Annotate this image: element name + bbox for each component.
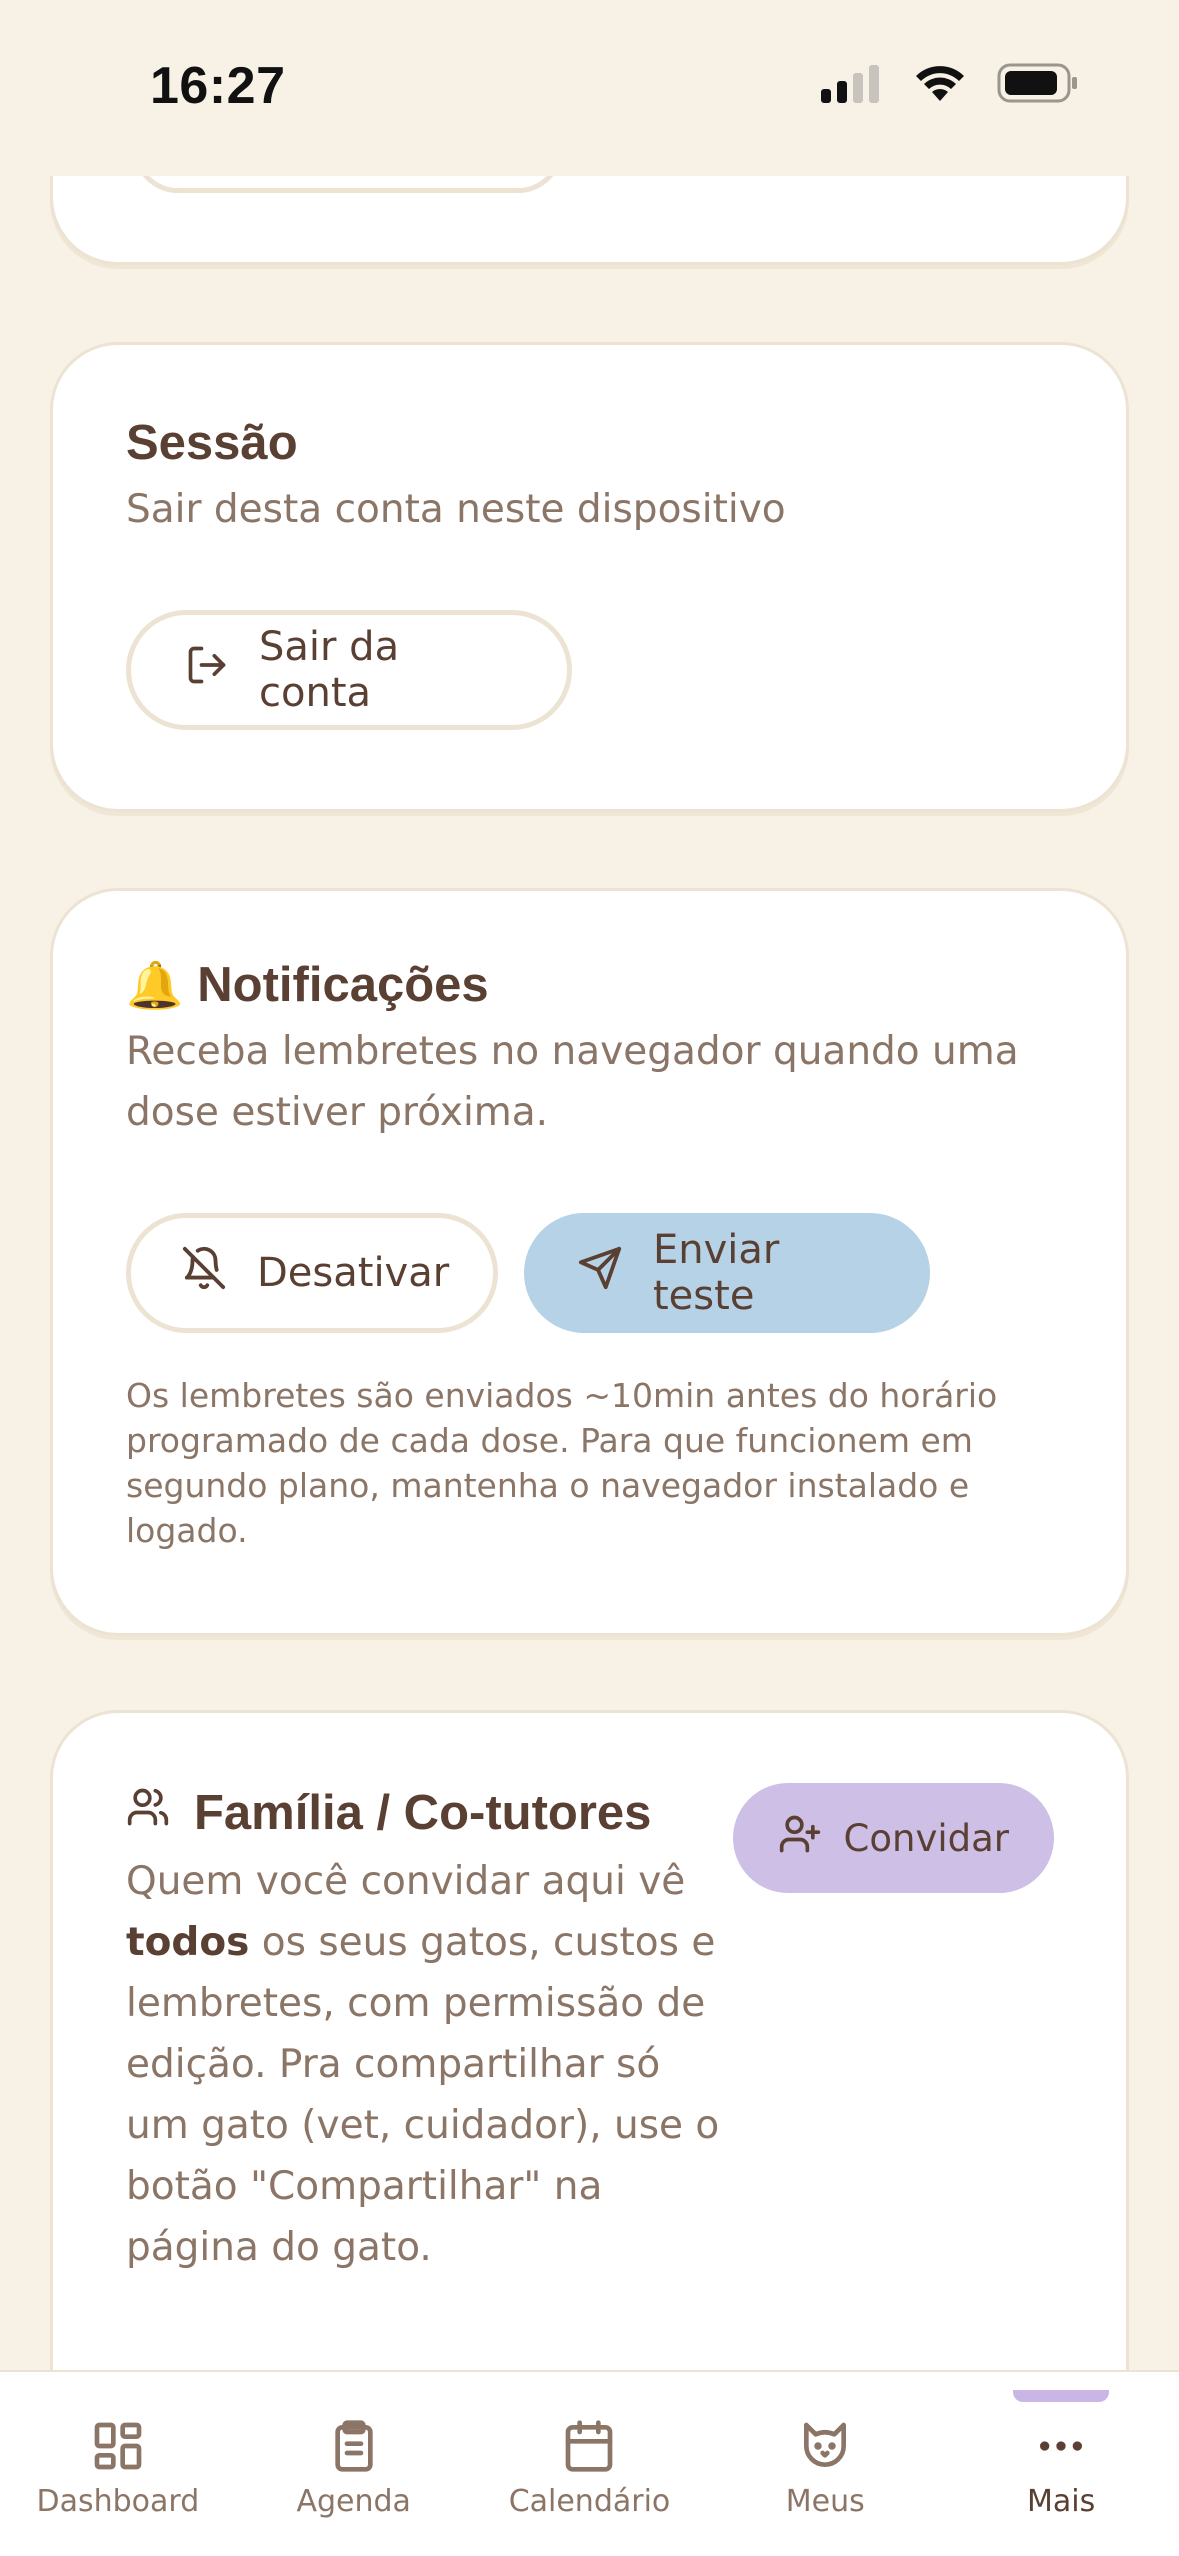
disable-notifications-button[interactable]: Desativar	[126, 1213, 498, 1333]
notifications-card: 🔔 Notificações Receba lembretes no naveg…	[50, 888, 1129, 1636]
family-desc-bold: todos	[126, 1920, 250, 1965]
more-icon	[1040, 2441, 1083, 2451]
notifications-note: Os lembretes são enviados ~10min antes d…	[126, 1376, 998, 1550]
invite-button[interactable]: Convidar	[732, 1783, 1054, 1893]
bell-off-icon	[181, 1245, 227, 1301]
tab-calendar[interactable]: Calendário	[472, 2372, 708, 2556]
settings-scroll-area[interactable]: Sessão Sair desta conta neste dispositiv…	[0, 0, 1179, 2370]
family-desc-text-2: os seus gatos, custos e lembretes, com p…	[126, 1920, 720, 2270]
notifications-subtitle: Receba lembretes no navegador quando uma…	[126, 1029, 1019, 1135]
invite-label: Convidar	[843, 1816, 1009, 1860]
users-icon	[126, 1785, 170, 1841]
session-title: Sessão	[126, 416, 298, 470]
tab-calendar-label: Calendário	[508, 2484, 671, 2519]
family-desc-text: Quem você convidar aqui vê	[126, 1859, 686, 1904]
status-icons	[821, 62, 1079, 104]
tab-dashboard-label: Dashboard	[36, 2484, 200, 2519]
family-card: Família / Co-tutores Quem você convidar …	[50, 1710, 1129, 2370]
tab-meus[interactable]: Meus	[707, 2372, 943, 2556]
battery-icon	[997, 63, 1077, 103]
active-tab-indicator	[1013, 2390, 1110, 2402]
logout-label: Sair da conta	[259, 624, 400, 716]
tab-more[interactable]: Mais	[943, 2372, 1179, 2556]
tab-meus-label: Meus	[785, 2484, 865, 2519]
status-time: 16:27	[150, 57, 286, 115]
tab-agenda[interactable]: Agenda	[236, 2372, 472, 2556]
bottom-tab-bar: Dashboard Agenda Calendário Meus Mais	[0, 2370, 1179, 2556]
calendar-icon	[566, 2420, 613, 2472]
session-card: Sessão Sair desta conta neste dispositiv…	[50, 342, 1129, 812]
disable-label: Desativar	[257, 1250, 450, 1296]
logout-icon	[185, 643, 229, 697]
session-subtitle: Sair desta conta neste dispositivo	[126, 487, 786, 532]
send-test-label: Enviar teste	[653, 1227, 780, 1319]
notifications-buttons: Desativar Enviar teste	[126, 1213, 1126, 1333]
signal-icon	[821, 65, 879, 103]
family-title: Família / Co-tutores	[194, 1786, 652, 1840]
bell-icon: 🔔	[126, 958, 184, 1011]
wifi-icon	[916, 66, 964, 101]
notifications-title-row: 🔔 Notificações	[126, 957, 1126, 1013]
user-plus-icon	[778, 1812, 822, 1865]
logout-button[interactable]: Sair da conta	[126, 610, 572, 730]
tab-more-label: Mais	[1026, 2484, 1096, 2519]
send-test-button[interactable]: Enviar teste	[524, 1213, 930, 1333]
family-description: Quem você convidar aqui vê todos os seus…	[126, 1851, 726, 2278]
notifications-title: Notificações	[197, 958, 489, 1012]
dashboard-icon	[94, 2422, 142, 2470]
tab-dashboard[interactable]: Dashboard	[0, 2372, 236, 2556]
status-bar: 16:27	[0, 0, 1179, 176]
send-icon	[577, 1245, 623, 1301]
tab-agenda-label: Agenda	[296, 2484, 411, 2519]
cat-icon	[804, 2422, 847, 2467]
clipboard-icon	[335, 2420, 373, 2472]
